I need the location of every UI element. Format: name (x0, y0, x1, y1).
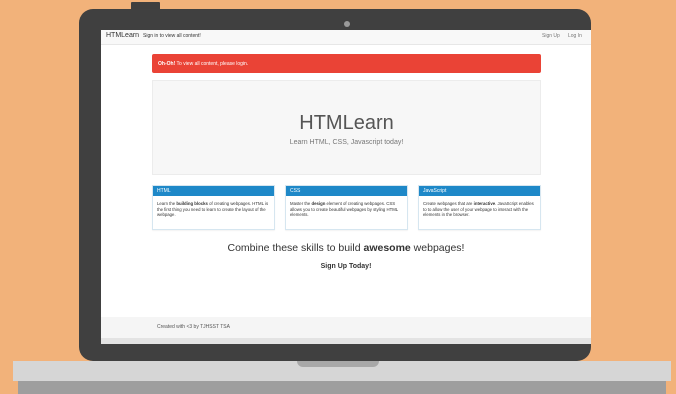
card-emphasis: interactive (473, 201, 496, 206)
login-link[interactable]: Log In (568, 33, 582, 39)
card-css: CSS Master the design element of creatin… (285, 185, 408, 230)
laptop-hinge-notch (297, 361, 379, 367)
tagline-text: Combine these skills to build (227, 242, 364, 254)
footer-credit: Created with <3 by TJHSST TSA (157, 324, 230, 330)
navbar-message: Sign in to view all content! (143, 33, 201, 39)
footer: Created with <3 by TJHSST TSA (101, 317, 591, 338)
tagline-emphasis: awesome (363, 242, 411, 254)
alert-text: To view all content, please login. (175, 61, 249, 67)
card-html: HTML Learn the building blocks of creati… (152, 185, 275, 230)
card-emphasis: building blocks (176, 201, 208, 206)
card-javascript: JavaScript Create webpages that are inte… (418, 185, 541, 230)
card-emphasis: design (311, 201, 326, 206)
signup-link[interactable]: Sign Up (542, 33, 560, 39)
signup-cta[interactable]: Sign Up Today! (101, 263, 591, 270)
brand-link[interactable]: HTMLearn (106, 32, 139, 39)
webcam-icon (344, 21, 350, 27)
laptop-base-shadow (18, 381, 666, 394)
tagline: Combine these skills to build awesome we… (101, 242, 591, 254)
hero-jumbotron: HTMLearn Learn HTML, CSS, Javascript tod… (152, 80, 541, 175)
browser-viewport: HTMLearn Sign in to view all content! Si… (101, 30, 591, 344)
tagline-text: webpages! (410, 242, 465, 254)
footer-divider (101, 338, 591, 344)
card-text: Create webpages that are (423, 201, 474, 206)
login-alert: Oh-Oh! To view all content, please login… (152, 54, 541, 73)
card-body: Create webpages that are interactive. Ja… (419, 196, 540, 218)
card-title: CSS (286, 186, 407, 196)
card-title: JavaScript (419, 186, 540, 196)
hero-title: HTMLearn (299, 112, 394, 134)
card-body: Learn the building blocks of creating we… (153, 196, 274, 218)
hero-subtitle: Learn HTML, CSS, Javascript today! (289, 139, 404, 146)
card-text: Learn the (157, 201, 177, 206)
card-text: Master the (290, 201, 312, 206)
card-title: HTML (153, 186, 274, 196)
card-body: Master the design element of creating we… (286, 196, 407, 218)
navbar: HTMLearn Sign in to view all content! Si… (101, 30, 591, 45)
alert-strong: Oh-Oh! (158, 61, 176, 67)
